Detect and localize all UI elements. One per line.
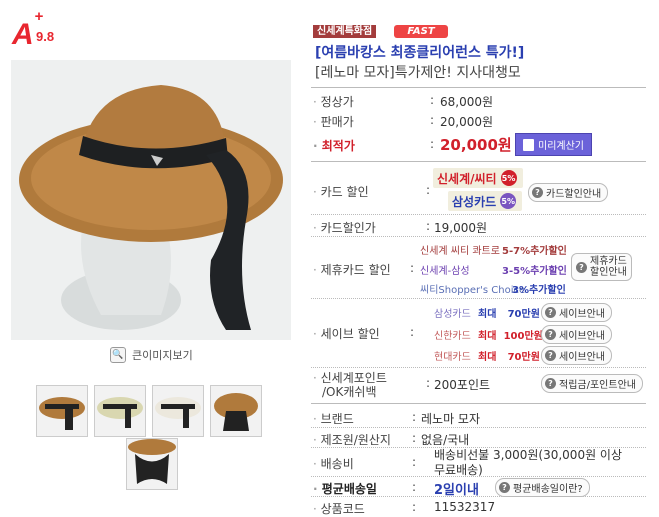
best-price-label: 최적가 bbox=[313, 137, 355, 154]
thumbnail-3[interactable] bbox=[152, 385, 204, 437]
save-item-3: 현대카드 최대 70만원 bbox=[434, 352, 540, 363]
hat-illustration bbox=[11, 60, 291, 340]
calculator-icon bbox=[523, 138, 534, 151]
hat-thumb-icon bbox=[95, 386, 145, 436]
shipping-label: 배송비 bbox=[313, 455, 354, 472]
sale-badge: 신세계특화점 bbox=[313, 25, 377, 38]
brand-label: 브랜드 bbox=[313, 410, 354, 427]
thumbnail-4[interactable] bbox=[210, 385, 262, 437]
thumbnail-1[interactable] bbox=[36, 385, 88, 437]
product-code-label: 상품코드 bbox=[313, 500, 365, 517]
card-samsung: 삼성카드 5% bbox=[448, 191, 523, 211]
divider bbox=[311, 161, 646, 162]
points-label-2: /OK캐쉬백 bbox=[322, 385, 377, 399]
question-icon: ? bbox=[545, 307, 556, 318]
brand-value: 레노마 모자 bbox=[421, 412, 481, 426]
hat-thumb-icon bbox=[127, 439, 177, 489]
magnifier-icon: 🔍 bbox=[110, 347, 126, 363]
card-discount-info-button[interactable]: ? 카드할인안내 bbox=[528, 183, 609, 202]
avg-delivery-info-button[interactable]: ? 평균배송일이란? bbox=[495, 478, 590, 497]
partner-card-label: 제휴카드 할인 bbox=[313, 261, 391, 278]
percent-icon: 5% bbox=[500, 170, 517, 186]
card-discount-label: 카드 할인 bbox=[313, 183, 369, 200]
question-icon: ? bbox=[499, 482, 510, 493]
question-icon: ? bbox=[545, 378, 556, 389]
product-main-image[interactable] bbox=[11, 60, 291, 340]
thumbnail-2[interactable] bbox=[94, 385, 146, 437]
save-info-button-2[interactable]: ? 세이브안내 bbox=[541, 325, 612, 344]
question-icon: ? bbox=[576, 261, 587, 273]
partner-card-info-button[interactable]: ? 제휴카드 할인안내 bbox=[571, 253, 632, 281]
product-title: [레노마 모자]특가제안! 지사대챙모 bbox=[315, 65, 521, 81]
save-info-button-1[interactable]: ? 세이브안내 bbox=[541, 303, 612, 322]
question-icon: ? bbox=[532, 187, 543, 198]
sale-price-label: 판매가 bbox=[313, 113, 354, 130]
product-code-value: 11532317 bbox=[434, 500, 496, 514]
product-title-promo: [여름바캉스 최종클리어런스 특가!] bbox=[315, 45, 525, 61]
hat-thumb-icon bbox=[37, 386, 87, 436]
grade-score: 9.8 bbox=[36, 29, 55, 44]
save-item-2: 신한카드 최대 100만원 bbox=[434, 331, 543, 342]
card-price-label: 카드할인가 bbox=[313, 219, 376, 236]
thumbnail-5[interactable] bbox=[126, 438, 178, 490]
points-info-button[interactable]: ? 적립금/포인트안내 bbox=[541, 374, 643, 393]
card-price: 19,000원 bbox=[434, 221, 488, 235]
best-price: 20,000원 bbox=[440, 136, 512, 154]
sale-price: 20,000원 bbox=[440, 115, 494, 129]
question-icon: ? bbox=[545, 329, 556, 340]
divider bbox=[311, 87, 646, 88]
zoom-label: 큰이미지보기 bbox=[132, 349, 193, 362]
zoom-link[interactable]: 🔍 큰이미지보기 bbox=[110, 347, 193, 363]
save-info-button-3[interactable]: ? 세이브안내 bbox=[541, 346, 612, 365]
fast-badge: FAST bbox=[394, 25, 448, 38]
points-value: 200포인트 bbox=[434, 378, 491, 392]
save-item-1: 삼성카드 최대 70만원 bbox=[434, 309, 540, 320]
regular-price: 68,000원 bbox=[440, 95, 494, 109]
avg-delivery-label: 평균배송일 bbox=[313, 480, 377, 497]
partner-item-1: 신세계 씨티 콰트로 bbox=[420, 246, 500, 257]
percent-icon: 5% bbox=[500, 193, 517, 209]
hat-thumb-icon bbox=[211, 386, 261, 436]
maker-label: 제조원/원산지 bbox=[313, 431, 391, 448]
regular-price-label: 정상가 bbox=[313, 93, 354, 110]
price-calculator-button[interactable]: 미리계산기 bbox=[515, 133, 592, 156]
partner-item-2: 신세계-삼성 bbox=[420, 266, 470, 277]
partner-item-3: 씨티Shopper's Choice bbox=[420, 285, 526, 296]
card-shinsegae-citi: 신세계/씨티 5% bbox=[433, 168, 523, 188]
save-discount-label: 세이브 할인 bbox=[313, 325, 380, 342]
hat-thumb-icon bbox=[153, 386, 203, 436]
question-icon: ? bbox=[545, 350, 556, 361]
